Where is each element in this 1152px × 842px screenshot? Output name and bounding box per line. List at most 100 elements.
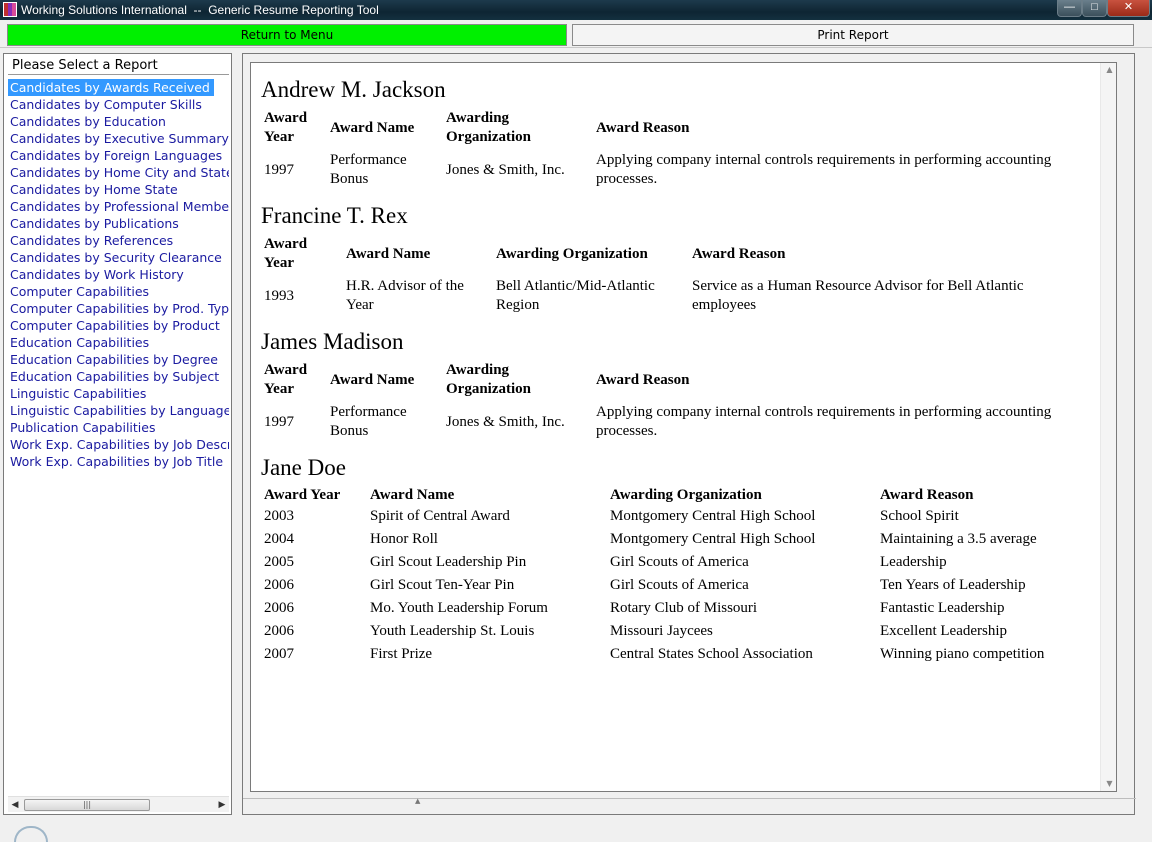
column-header: Award Reason — [692, 245, 786, 262]
report-list-hscrollbar[interactable]: ◀ ||| ▶ — [8, 796, 229, 812]
table-cell: Service as a Human Resource Advisor for … — [692, 278, 1024, 313]
report-list-item[interactable]: Candidates by Computer Skills — [8, 96, 229, 113]
table-cell: Girl Scout Leadership Pin — [370, 554, 527, 570]
table-cell: Honor Roll — [370, 531, 438, 547]
report-list-item[interactable]: Work Exp. Capabilities by Job Title — [8, 453, 229, 470]
table-cell: Winning piano competition — [880, 646, 1045, 662]
table-row: 2007 First Prize Central States School Ass… — [261, 643, 1091, 666]
report-viewer[interactable]: Andrew M. Jackson Award Year Award Name Awa… — [250, 62, 1117, 792]
splitter[interactable]: ▲ — [243, 797, 1136, 805]
candidate-section: Andrew M. Jackson Award Year Award Name Awa… — [261, 75, 1091, 191]
report-list-item[interactable]: Candidates by References — [8, 232, 229, 249]
table-cell: Girl Scout Ten-Year Pin — [370, 577, 515, 593]
table-cell: Maintaining a 3.5 average — [880, 531, 1037, 547]
taskbar-orb-icon[interactable] — [14, 826, 48, 842]
table-cell: Central States School Association — [610, 646, 813, 662]
maximize-button[interactable]: □ — [1082, 0, 1107, 17]
report-list-item[interactable]: Candidates by Security Clearance — [8, 249, 229, 266]
table-row: 2006 Mo. Youth Leadership Forum Rotary Clu… — [261, 597, 1091, 620]
column-header: Award Reason — [596, 119, 690, 136]
table-cell: 2007 — [264, 646, 294, 662]
column-header: Award Reason — [596, 371, 690, 388]
report-list-header: Please Select a Report — [8, 57, 229, 75]
column-header: Award Name — [330, 119, 415, 136]
report-list-item[interactable]: Linguistic Capabilities — [8, 385, 229, 402]
scroll-down-arrow-icon[interactable]: ▼ — [1101, 777, 1116, 791]
awards-table: Award Year Award Name Awarding Organizatio… — [261, 359, 1063, 443]
report-list-item[interactable]: Computer Capabilities by Product — [8, 317, 229, 334]
report-vscrollbar[interactable]: ▲ ▼ — [1100, 63, 1116, 791]
candidate-name: Jane Doe — [261, 455, 346, 480]
scroll-up-arrow-icon[interactable]: ▲ — [1101, 63, 1116, 77]
table-cell: Rotary Club of Missouri — [610, 600, 758, 616]
table-cell: 2003 — [264, 508, 294, 524]
candidate-name: Andrew M. Jackson — [261, 77, 446, 102]
table-row: 2005 Girl Scout Leadership Pin Girl Scouts… — [261, 551, 1091, 574]
report-list-item[interactable]: Candidates by Executive Summary — [8, 130, 229, 147]
splitter-grip-icon[interactable]: ▲ — [415, 797, 420, 805]
report-list-item[interactable]: Work Exp. Capabilities by Job Descriptio… — [8, 436, 229, 453]
candidate-name: James Madison — [261, 329, 404, 354]
toolbar-divider — [0, 47, 1152, 48]
report-list-item[interactable]: Education Capabilities by Degree — [8, 351, 229, 368]
awards-table: Award Year Award Name Awarding Organizatio… — [261, 485, 1091, 666]
table-cell: 2006 — [264, 600, 294, 616]
report-list-item[interactable]: Computer Capabilities by Prod. Type — [8, 300, 229, 317]
table-row: 2006 Girl Scout Ten-Year Pin Girl Scouts o… — [261, 574, 1091, 597]
column-header: Awarding Organization — [610, 486, 762, 503]
table-cell: Fantastic Leadership — [880, 600, 1005, 616]
table-header-row: Award Year Award Name Awarding Organizatio… — [261, 359, 1063, 401]
report-list-item[interactable]: Linguistic Capabilities by Language — [8, 402, 229, 419]
table-cell: 2004 — [264, 531, 294, 547]
table-cell: Missouri Jaycees — [610, 623, 713, 639]
column-header: Award Year — [264, 362, 308, 397]
minimize-button[interactable]: — — [1057, 0, 1082, 17]
table-header-row: Award Year Award Name Awarding Organizatio… — [261, 485, 1091, 505]
report-list-item[interactable]: Education Capabilities by Subject — [8, 368, 229, 385]
report-list-item[interactable]: Candidates by Home City and State — [8, 164, 229, 181]
scroll-right-arrow-icon[interactable]: ▶ — [215, 797, 229, 813]
close-button[interactable]: ✕ — [1107, 0, 1150, 17]
report-list-item[interactable]: Candidates by Foreign Languages — [8, 147, 229, 164]
table-row: 1997 Performance Bonus Jones & Smith, Inc.… — [261, 149, 1063, 191]
awards-table: Award Year Award Name Awarding Organizatio… — [261, 233, 1069, 317]
table-row: 2004 Honor Roll Montgomery Central High Sc… — [261, 528, 1091, 551]
table-cell: School Spirit — [880, 508, 959, 524]
report-list-item[interactable]: Candidates by Publications — [8, 215, 229, 232]
column-header: Award Name — [330, 371, 415, 388]
table-cell: Leadership — [880, 554, 947, 570]
app-icon — [3, 2, 17, 17]
awards-table: Award Year Award Name Awarding Organizatio… — [261, 107, 1063, 191]
report-list-item[interactable]: Candidates by Home State — [8, 181, 229, 198]
candidate-section: Francine T. Rex Award Year Award Name Award… — [261, 201, 1091, 317]
report-content: Andrew M. Jackson Award Year Award Name Awa… — [261, 75, 1091, 676]
table-cell: Girl Scouts of America — [610, 554, 749, 570]
table-cell: 2006 — [264, 577, 294, 593]
print-report-button[interactable]: Print Report — [572, 24, 1134, 46]
candidate-name: Francine T. Rex — [261, 203, 408, 228]
title-bar: Working Solutions International -- Gener… — [0, 0, 1152, 20]
table-cell: Mo. Youth Leadership Forum — [370, 600, 548, 616]
report-list[interactable]: Candidates by Awards Received Candidates … — [8, 77, 229, 795]
return-to-menu-button[interactable]: Return to Menu — [7, 24, 567, 46]
table-cell: 1997 — [264, 413, 294, 430]
table-cell: Montgomery Central High School — [610, 508, 816, 524]
report-list-item[interactable]: Education Capabilities — [8, 334, 229, 351]
report-list-item[interactable]: Computer Capabilities — [8, 283, 229, 300]
table-cell: 2006 — [264, 623, 294, 639]
table-cell: Ten Years of Leadership — [880, 577, 1026, 593]
candidate-section: James Madison Award Year Award Name Awardin… — [261, 327, 1091, 443]
report-list-item[interactable]: Candidates by Education — [8, 113, 229, 130]
table-cell: Excellent Leadership — [880, 623, 1008, 639]
report-list-item[interactable]: Publication Capabilities — [8, 419, 229, 436]
report-list-item[interactable]: Candidates by Awards Received — [8, 79, 214, 96]
report-list-item[interactable]: Candidates by Professional Membership — [8, 198, 229, 215]
report-list-item[interactable]: Candidates by Work History — [8, 266, 229, 283]
scroll-thumb[interactable]: ||| — [24, 799, 150, 811]
table-cell: Youth Leadership St. Louis — [370, 623, 535, 639]
candidate-section: Jane Doe Award Year Award Name Awarding Org… — [261, 453, 1091, 666]
column-header: Award Name — [370, 486, 455, 503]
column-header: Award Reason — [880, 486, 974, 503]
table-row: 2003 Spirit of Central Award Montgomery Ce… — [261, 505, 1091, 528]
scroll-left-arrow-icon[interactable]: ◀ — [8, 797, 22, 813]
